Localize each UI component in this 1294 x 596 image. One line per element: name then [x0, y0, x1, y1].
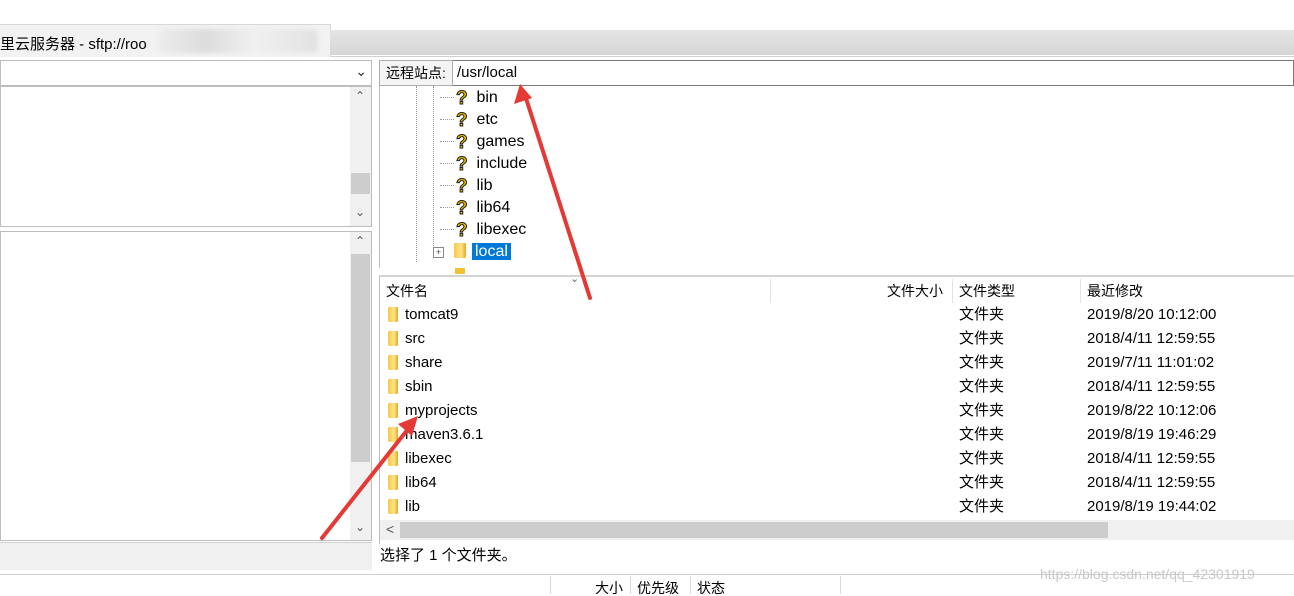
annotation-overlay: [320, 84, 592, 540]
annotation-arrow: [320, 416, 418, 540]
annotation-arrow: [514, 84, 592, 300]
